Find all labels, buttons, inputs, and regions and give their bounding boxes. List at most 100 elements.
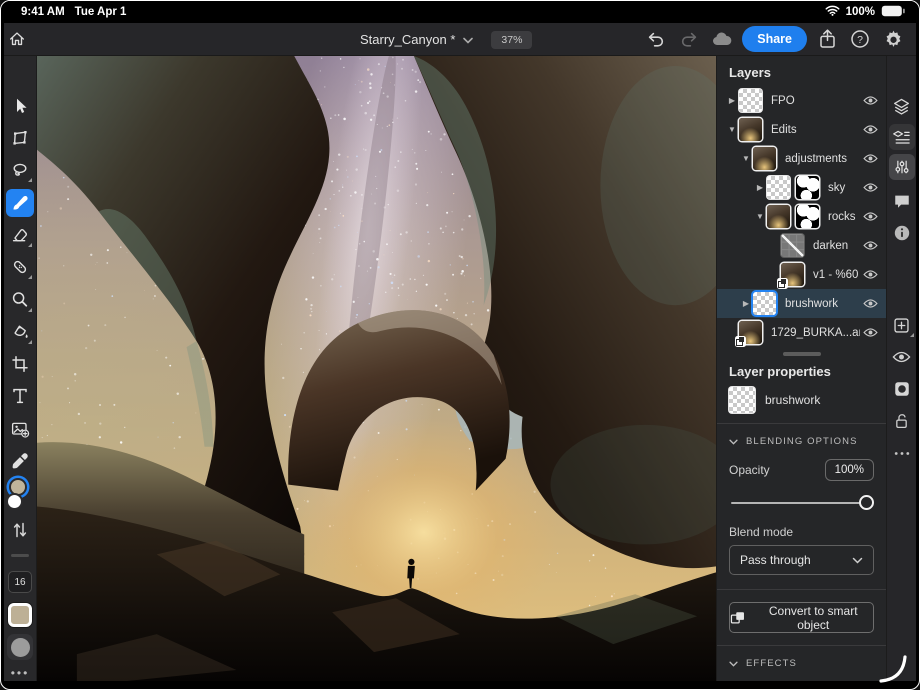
layer-name: darken bbox=[813, 240, 860, 252]
disclosure-triangle-icon[interactable]: ▶ bbox=[753, 183, 767, 192]
eraser-tool[interactable] bbox=[6, 221, 34, 249]
home-button[interactable] bbox=[4, 26, 30, 52]
layer-thumbnail[interactable] bbox=[767, 176, 790, 199]
disclosure-triangle-icon[interactable]: ▼ bbox=[725, 125, 739, 134]
layer-row[interactable]: darken bbox=[717, 231, 886, 260]
layer-properties-icon[interactable] bbox=[889, 124, 915, 150]
layer-mask-thumbnail[interactable] bbox=[796, 205, 819, 228]
cloud-sync-icon[interactable] bbox=[709, 26, 735, 52]
layer-row[interactable]: 1729_BURKA...anced-NR33 bbox=[717, 318, 886, 347]
status-bar: 9:41 AM Tue Apr 1 100% bbox=[1, 1, 919, 23]
mask-icon[interactable] bbox=[889, 376, 915, 402]
layer-row[interactable]: ▼adjustments bbox=[717, 144, 886, 173]
magnify-tool[interactable] bbox=[6, 286, 34, 314]
blending-options-header[interactable]: BLENDING OPTIONS bbox=[717, 424, 886, 451]
color-wells[interactable] bbox=[6, 478, 34, 514]
tool-more-button[interactable]: ••• bbox=[11, 666, 30, 680]
brush-color-swatch[interactable] bbox=[8, 603, 32, 627]
visibility-icon[interactable] bbox=[889, 344, 915, 370]
layer-visibility-eye-icon[interactable] bbox=[860, 124, 878, 135]
layer-row[interactable]: v1 - %60 bbox=[717, 260, 886, 289]
layer-mask-thumbnail[interactable] bbox=[796, 176, 819, 199]
disclosure-triangle-icon[interactable]: ▼ bbox=[739, 154, 753, 163]
opacity-value[interactable]: 100% bbox=[825, 459, 874, 481]
layer-thumbnail[interactable] bbox=[739, 321, 762, 344]
layer-thumbnail[interactable] bbox=[739, 89, 762, 112]
canvas-artwork bbox=[37, 56, 716, 681]
layer-thumbnail[interactable] bbox=[753, 292, 776, 315]
layers-icon[interactable] bbox=[889, 93, 915, 119]
export-icon[interactable] bbox=[814, 26, 840, 52]
layer-visibility-eye-icon[interactable] bbox=[860, 211, 878, 222]
swap-colors-tool[interactable] bbox=[6, 516, 34, 544]
type-tool[interactable] bbox=[6, 382, 34, 410]
comment-icon[interactable] bbox=[889, 188, 915, 214]
undo-button[interactable] bbox=[643, 26, 669, 52]
add-layer-icon[interactable] bbox=[889, 312, 915, 338]
layer-row[interactable]: ▼Edits bbox=[717, 115, 886, 144]
layer-thumbnail[interactable] bbox=[767, 205, 790, 228]
blend-mode-label: Blend mode bbox=[717, 515, 886, 545]
opacity-label: Opacity bbox=[729, 463, 770, 477]
layer-thumbnail[interactable] bbox=[739, 118, 762, 141]
help-icon[interactable]: ? bbox=[847, 26, 873, 52]
layer-visibility-eye-icon[interactable] bbox=[860, 153, 878, 164]
layer-visibility-eye-icon[interactable] bbox=[860, 240, 878, 251]
layer-visibility-eye-icon[interactable] bbox=[860, 269, 878, 280]
layer-thumbnail[interactable] bbox=[753, 147, 776, 170]
layer-thumbnail[interactable] bbox=[781, 263, 804, 286]
effects-header[interactable]: EFFECTS bbox=[717, 646, 886, 673]
lasso-tool[interactable] bbox=[6, 156, 34, 184]
opacity-slider-knob[interactable] bbox=[859, 495, 874, 510]
adjustments-icon[interactable] bbox=[889, 154, 915, 180]
blend-mode-dropdown[interactable]: Pass through bbox=[729, 545, 874, 575]
fill-tool[interactable] bbox=[6, 318, 34, 346]
layer-visibility-eye-icon[interactable] bbox=[860, 298, 878, 309]
settings-gear-icon[interactable] bbox=[880, 26, 906, 52]
smart-object-badge-icon bbox=[735, 336, 746, 347]
background-color[interactable] bbox=[6, 493, 23, 510]
unlock-icon[interactable] bbox=[889, 408, 915, 434]
layer-name: brushwork bbox=[785, 298, 860, 310]
share-button[interactable]: Share bbox=[742, 26, 807, 52]
layer-visibility-eye-icon[interactable] bbox=[860, 95, 878, 106]
more-icon[interactable] bbox=[889, 440, 915, 466]
smart-object-badge-icon bbox=[777, 278, 788, 289]
layer-visibility-eye-icon[interactable] bbox=[860, 327, 878, 338]
layer-row[interactable]: ▼rocks bbox=[717, 202, 886, 231]
layer-row[interactable]: ▶ brushwork bbox=[717, 289, 886, 318]
disclosure-triangle-icon[interactable]: ▶ bbox=[725, 96, 739, 105]
transform-tool[interactable] bbox=[6, 124, 34, 152]
info-icon[interactable] bbox=[889, 220, 915, 246]
layer-row[interactable]: ▶ FPO bbox=[717, 86, 886, 115]
document-title[interactable]: Starry_Canyon * bbox=[360, 32, 455, 47]
svg-text:?: ? bbox=[857, 34, 863, 46]
move-tool[interactable] bbox=[6, 92, 34, 120]
brush-tool[interactable] bbox=[6, 189, 34, 217]
place-image-tool[interactable] bbox=[6, 415, 34, 443]
healing-tool[interactable] bbox=[6, 253, 34, 281]
brush-preview-swatch[interactable] bbox=[7, 634, 33, 660]
layer-thumbnail[interactable] bbox=[781, 234, 804, 257]
panel-drag-handle[interactable] bbox=[783, 352, 821, 356]
title-chevron-icon[interactable] bbox=[463, 31, 473, 49]
disclosure-triangle-icon[interactable]: ▼ bbox=[753, 212, 767, 221]
crop-tool[interactable] bbox=[6, 350, 34, 378]
convert-to-smart-object-button[interactable]: Convert to smart object bbox=[729, 602, 874, 633]
battery-icon bbox=[881, 5, 905, 20]
zoom-level-badge[interactable]: 37% bbox=[491, 31, 532, 49]
redo-button[interactable] bbox=[676, 26, 702, 52]
layer-properties-title: Layer properties bbox=[717, 358, 886, 385]
eyedropper-tool[interactable] bbox=[6, 447, 34, 475]
opacity-row: Opacity 100% bbox=[717, 451, 886, 481]
brush-size-badge[interactable]: 16 bbox=[8, 571, 32, 593]
canvas[interactable] bbox=[37, 56, 716, 681]
layer-properties-name: brushwork bbox=[765, 393, 820, 407]
disclosure-triangle-icon[interactable]: ▶ bbox=[739, 299, 753, 308]
chevron-down-icon bbox=[729, 661, 738, 667]
opacity-slider[interactable] bbox=[731, 495, 872, 511]
wifi-icon bbox=[825, 5, 840, 19]
layer-visibility-eye-icon[interactable] bbox=[860, 182, 878, 193]
layer-name: FPO bbox=[771, 95, 860, 107]
layer-row[interactable]: ▶sky bbox=[717, 173, 886, 202]
